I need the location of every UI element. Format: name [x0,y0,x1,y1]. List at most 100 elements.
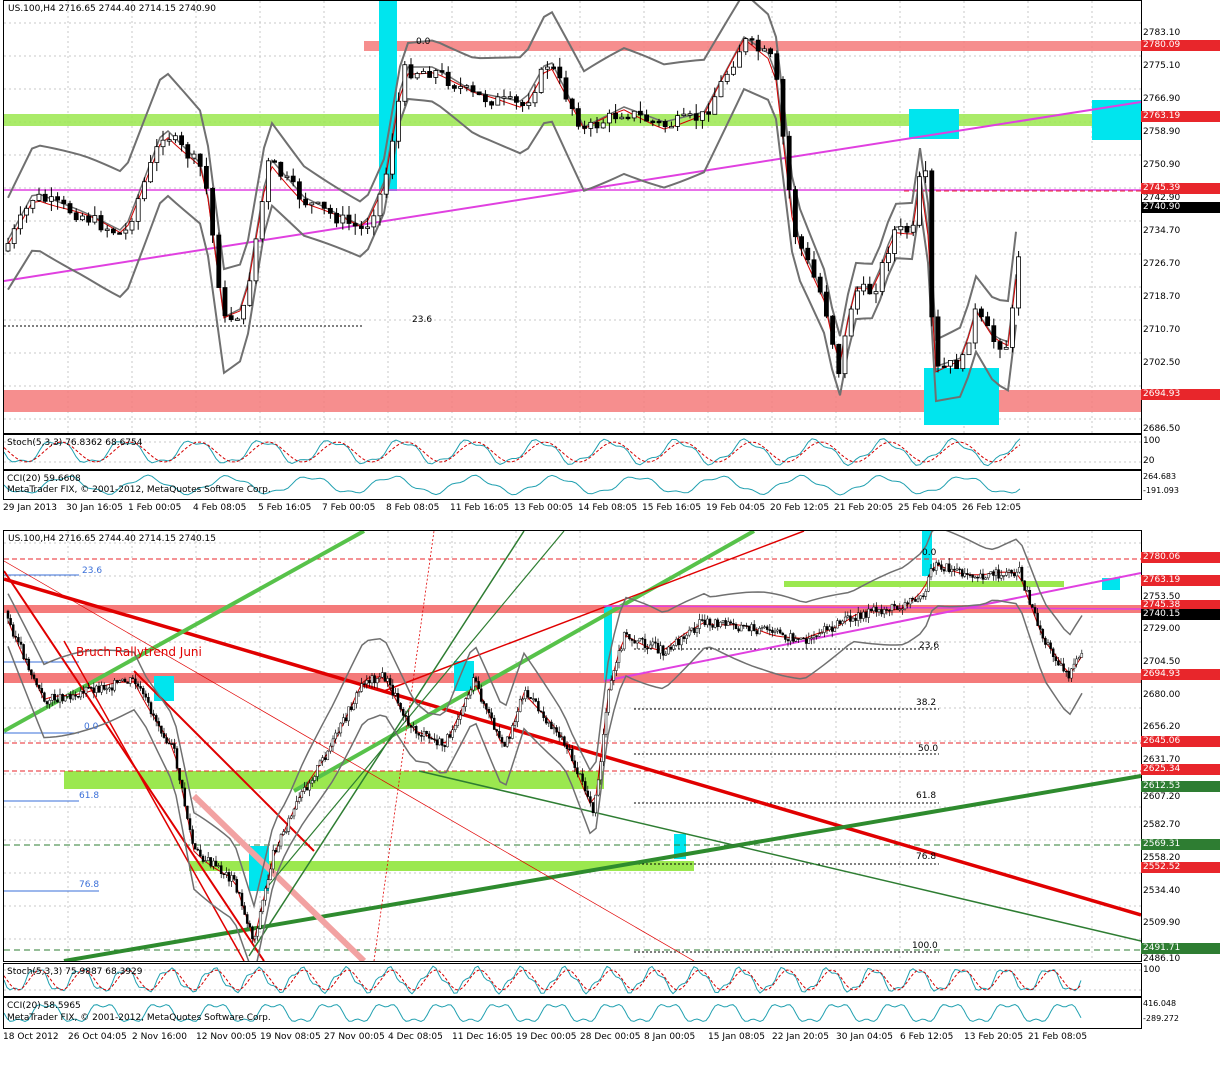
fib-label: 61.8 [916,791,937,801]
cci-scale: -191.093 [1143,486,1179,495]
stoch-label: Stoch(5,3,3) 75.9887 68.3929 [7,967,143,977]
level-tag: 2491.71 [1141,943,1220,954]
time-label: 30 Jan 16:05 [66,503,123,513]
time-label: 13 Feb 20:05 [964,1032,1024,1042]
bottom-chart-window: US.100,H4 2716.65 2744.40 2714.15 2740.1… [0,530,1222,1080]
time-label: 26 Oct 04:05 [68,1032,127,1042]
cci-label: CCI(20) 58.5965 [7,1001,81,1011]
price-label: 2704.50 [1143,657,1181,667]
bottom-price-plot[interactable]: US.100,H4 2716.65 2744.40 2714.15 2740.1… [3,530,1142,962]
time-label: 26 Feb 12:05 [962,503,1022,513]
copyright-footer: MetaTrader FIX, © 2001-2012, MetaQuotes … [7,485,271,495]
time-label: 4 Dec 08:05 [388,1032,443,1042]
time-label: 13 Feb 00:05 [514,503,574,513]
price-label: 2534.40 [1143,886,1181,896]
level-tag: 2745.39 [1141,183,1220,194]
fib-label: 23.6 [919,641,940,651]
current-price-tag: 2740.90 [1141,202,1220,213]
level-tag: 2612.53 [1141,781,1220,792]
level-tag: 2625.34 [1141,764,1220,775]
price-label: 2783.10 [1143,28,1181,38]
stoch-subwindow[interactable]: Stoch(5,3,3) 76.8362 68.6754 [3,434,1142,470]
time-label: 15 Feb 16:05 [642,503,702,513]
price-label: 2734.70 [1143,226,1181,236]
level-tag: 2763.19 [1141,575,1220,586]
top-price-canvas [4,1,1141,433]
time-label: 19 Feb 04:05 [706,503,766,513]
time-label: 21 Feb 20:05 [834,503,894,513]
time-label: 30 Jan 04:05 [836,1032,893,1042]
time-label: 28 Dec 00:05 [580,1032,641,1042]
time-label: 12 Nov 00:05 [196,1032,257,1042]
price-label: 2702.50 [1143,358,1181,368]
time-label: 14 Feb 08:05 [578,503,638,513]
stoch-canvas [4,965,1141,995]
price-label: 2680.00 [1143,690,1181,700]
time-label: 27 Nov 00:05 [324,1032,385,1042]
fib-label: 76.8 [916,852,937,862]
level-tag: 2780.09 [1141,40,1220,51]
top-price-plot[interactable]: US.100,H4 2716.65 2744.40 2714.15 2740.9… [3,0,1142,434]
time-label: 25 Feb 04:05 [898,503,958,513]
price-label: 2718.70 [1143,292,1181,302]
cci-label: CCI(20) 59.6608 [7,474,81,484]
price-label: 2750.90 [1143,160,1181,170]
cci-scale: 264.683 [1143,472,1177,481]
trendline [293,531,755,793]
time-label: 11 Feb 16:05 [450,503,510,513]
time-label: 19 Nov 08:05 [260,1032,321,1042]
price-label: 2710.70 [1143,325,1181,335]
resistance-band [4,673,1141,683]
cci-subwindow[interactable]: CCI(20) 59.6608 MetaTrader FIX, © 2001-2… [3,470,1142,500]
level-tag: 2552.52 [1141,862,1220,873]
fib-label: 76.8 [79,880,100,890]
time-label: 19 Dec 00:05 [516,1032,577,1042]
chart-header: US.100,H4 2716.65 2744.40 2714.15 2740.1… [8,534,217,544]
time-label: 20 Feb 12:05 [770,503,830,513]
fib-label: 50.0 [918,744,939,754]
stoch-scale: 100 [1143,436,1161,446]
time-label: 22 Jan 20:05 [772,1032,829,1042]
price-label: 2509.90 [1143,918,1181,928]
stoch-scale: 100 [1143,965,1161,975]
price-label: 2582.70 [1143,820,1181,830]
time-label: 7 Feb 00:05 [322,503,376,513]
time-label: 21 Feb 08:05 [1028,1032,1088,1042]
level-tag: 2569.31 [1141,839,1220,850]
price-label: 2686.50 [1143,424,1181,434]
fib-label: 0.0 [922,548,937,558]
chart-header: US.100,H4 2716.65 2744.40 2714.15 2740.9… [8,4,217,14]
stoch-label: Stoch(5,3,3) 76.8362 68.6754 [7,438,143,448]
level-tag: 2763.19 [1141,111,1220,122]
stoch-canvas [4,437,1141,467]
level-tag: 2694.93 [1141,389,1220,400]
price-label: 2486.10 [1143,954,1181,964]
time-label: 5 Feb 16:05 [258,503,312,513]
stoch-scale: 20 [1143,456,1155,466]
current-price-tag: 2740.15 [1141,609,1220,620]
bottom-price-canvas [4,531,1141,961]
highlight-box [154,676,174,701]
cci-subwindow[interactable]: CCI(20) 58.5965 MetaTrader FIX, © 2001-2… [3,997,1142,1029]
time-label: 1 Feb 00:05 [128,503,182,513]
fib-label: 23.6 [82,566,103,576]
level-tag: 2780.06 [1141,552,1220,563]
fib-label: 61.8 [79,791,100,801]
support-band [4,114,1141,126]
time-label: 6 Feb 12:05 [900,1032,954,1042]
time-label: 11 Dec 16:05 [452,1032,513,1042]
annotation-text: Bruch Rallytrend Juni [76,645,202,659]
fib-label: 0.0 [84,722,99,732]
price-label: 2766.90 [1143,94,1181,104]
cci-scale: -289.272 [1143,1014,1179,1023]
fib-label: 38.2 [916,698,937,708]
price-label: 2729.00 [1143,624,1181,634]
copyright-footer: MetaTrader FIX, © 2001-2012, MetaQuotes … [7,1013,271,1023]
price-label: 2726.70 [1143,259,1181,269]
time-label: 4 Feb 08:05 [193,503,247,513]
time-label: 29 Jan 2013 [3,503,57,513]
price-label: 2656.20 [1143,722,1181,732]
fib-label: 100.0 [912,941,938,951]
stoch-subwindow[interactable]: Stoch(5,3,3) 75.9887 68.3929 [3,963,1142,997]
time-label: 8 Feb 08:05 [386,503,440,513]
